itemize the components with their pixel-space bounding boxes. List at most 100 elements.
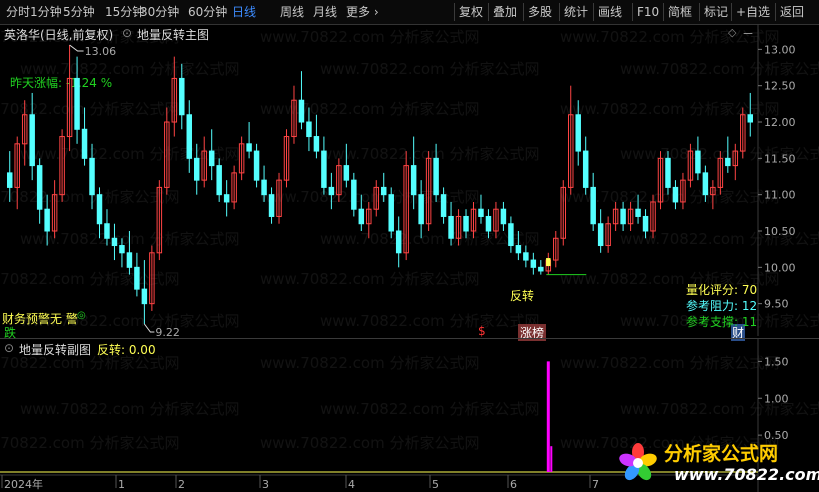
brand-url: www.70822.com: [674, 465, 819, 484]
candle: [425, 151, 432, 231]
toolbar-separator: [663, 3, 664, 21]
candle-body: [104, 223, 110, 239]
candle-body: [523, 252, 529, 261]
x-tick-label: 1: [118, 478, 125, 491]
toolbar-item-0[interactable]: 分时: [6, 4, 30, 20]
candle-body: [193, 157, 200, 181]
candle-body: [306, 121, 312, 138]
toolbar-right-item-5[interactable]: F10: [637, 4, 659, 20]
candle: [29, 92, 35, 181]
candle-body: [328, 186, 335, 196]
candle-body: [36, 165, 43, 210]
candle: [186, 100, 193, 173]
toolbar-right-item-8[interactable]: +自选: [736, 4, 770, 20]
candle: [597, 209, 604, 253]
main-candle-chart[interactable]: 13.00 12.50 12.00 11.50 11.00 10.50 10.00 9.50 1…: [0, 24, 819, 336]
candle-body: [695, 150, 701, 174]
candle: [149, 245, 155, 311]
candle: [695, 136, 701, 181]
candle-body: [208, 150, 215, 167]
candle: [590, 172, 596, 231]
candle-body: [134, 266, 140, 290]
candle: [336, 158, 342, 202]
candle: [223, 180, 230, 217]
candle: [164, 107, 170, 195]
candle: [747, 92, 754, 137]
reversal-candle-marker: [546, 258, 551, 267]
x-tick-label: 7: [592, 478, 599, 491]
toolbar-item-7[interactable]: 周线: [280, 4, 304, 20]
candle: [216, 158, 222, 202]
candle: [478, 194, 484, 224]
candle: [44, 194, 50, 246]
candle: [582, 136, 589, 195]
candle: [253, 143, 260, 188]
toolbar-item-9[interactable]: 更多 ›: [346, 4, 379, 20]
candle: [650, 194, 656, 239]
toolbar-item-1[interactable]: 1分钟: [30, 4, 62, 20]
candle-body: [343, 165, 350, 181]
toolbar-right-item-0[interactable]: 复权: [459, 4, 483, 20]
candle: [463, 209, 469, 239]
candle-body: [358, 208, 365, 225]
toolbar-right-item-2[interactable]: 多股: [528, 4, 552, 20]
candle-body: [388, 194, 394, 232]
x-tick-label: 2: [178, 478, 185, 491]
main-y-tick-label: 12.50: [764, 80, 796, 93]
candle-body: [747, 114, 754, 123]
candle: [313, 114, 320, 159]
candle: [366, 201, 372, 239]
candle: [141, 260, 148, 324]
toolbar-item-5[interactable]: 60分钟: [188, 4, 227, 20]
candle-body: [508, 223, 514, 247]
toolbar-right-item-3[interactable]: 统计: [564, 4, 588, 20]
toolbar-right-item-7[interactable]: 标记: [704, 4, 728, 20]
candle-body: [74, 77, 80, 130]
candle-body: [590, 186, 596, 225]
candle-body: [216, 165, 222, 196]
toolbar-separator: [454, 3, 455, 21]
toolbar-item-4[interactable]: 30分钟: [140, 4, 179, 20]
candle: [66, 45, 73, 152]
candle-body: [186, 114, 193, 159]
toolbar-item-3[interactable]: 15分钟: [105, 4, 144, 20]
candle-body: [141, 288, 148, 305]
candle: [553, 231, 559, 268]
candle: [298, 71, 305, 130]
candle: [455, 209, 462, 246]
toolbar-right-item-4[interactable]: 画线: [598, 4, 622, 20]
candle-body: [642, 215, 649, 232]
toolbar-item-8[interactable]: 月线: [313, 4, 337, 20]
candle-body: [268, 194, 275, 217]
candle: [328, 172, 335, 210]
candle-body: [672, 186, 679, 203]
candle-body: [298, 99, 305, 123]
candle: [343, 143, 350, 188]
candle-body: [380, 186, 387, 196]
candle: [261, 165, 267, 202]
toolbar-item-6[interactable]: 日线: [232, 4, 256, 20]
candle: [665, 151, 671, 195]
toolbar-right-item-9[interactable]: 返回: [780, 4, 804, 20]
candle-body: [261, 179, 267, 196]
candle: [605, 216, 611, 253]
main-y-tick-label: 13.00: [764, 43, 796, 56]
candle-body: [582, 150, 589, 188]
candle: [276, 172, 282, 224]
toolbar-item-2[interactable]: 5分钟: [63, 4, 95, 20]
candle-body: [538, 266, 544, 272]
candle-body: [620, 208, 626, 225]
x-tick-label: 5: [432, 478, 439, 491]
candle-body: [111, 237, 118, 247]
candle: [538, 260, 544, 275]
candle: [440, 187, 447, 224]
candle-body: [29, 114, 35, 167]
candle: [627, 201, 634, 231]
toolbar-right-item-6[interactable]: 简框: [668, 4, 692, 20]
candle: [111, 223, 118, 261]
main-y-tick-label: 12.00: [764, 116, 796, 129]
candle-body: [246, 143, 252, 152]
toolbar-right-item-1[interactable]: 叠加: [493, 4, 517, 20]
candle-body: [395, 230, 402, 254]
toolbar-separator: [593, 3, 594, 21]
